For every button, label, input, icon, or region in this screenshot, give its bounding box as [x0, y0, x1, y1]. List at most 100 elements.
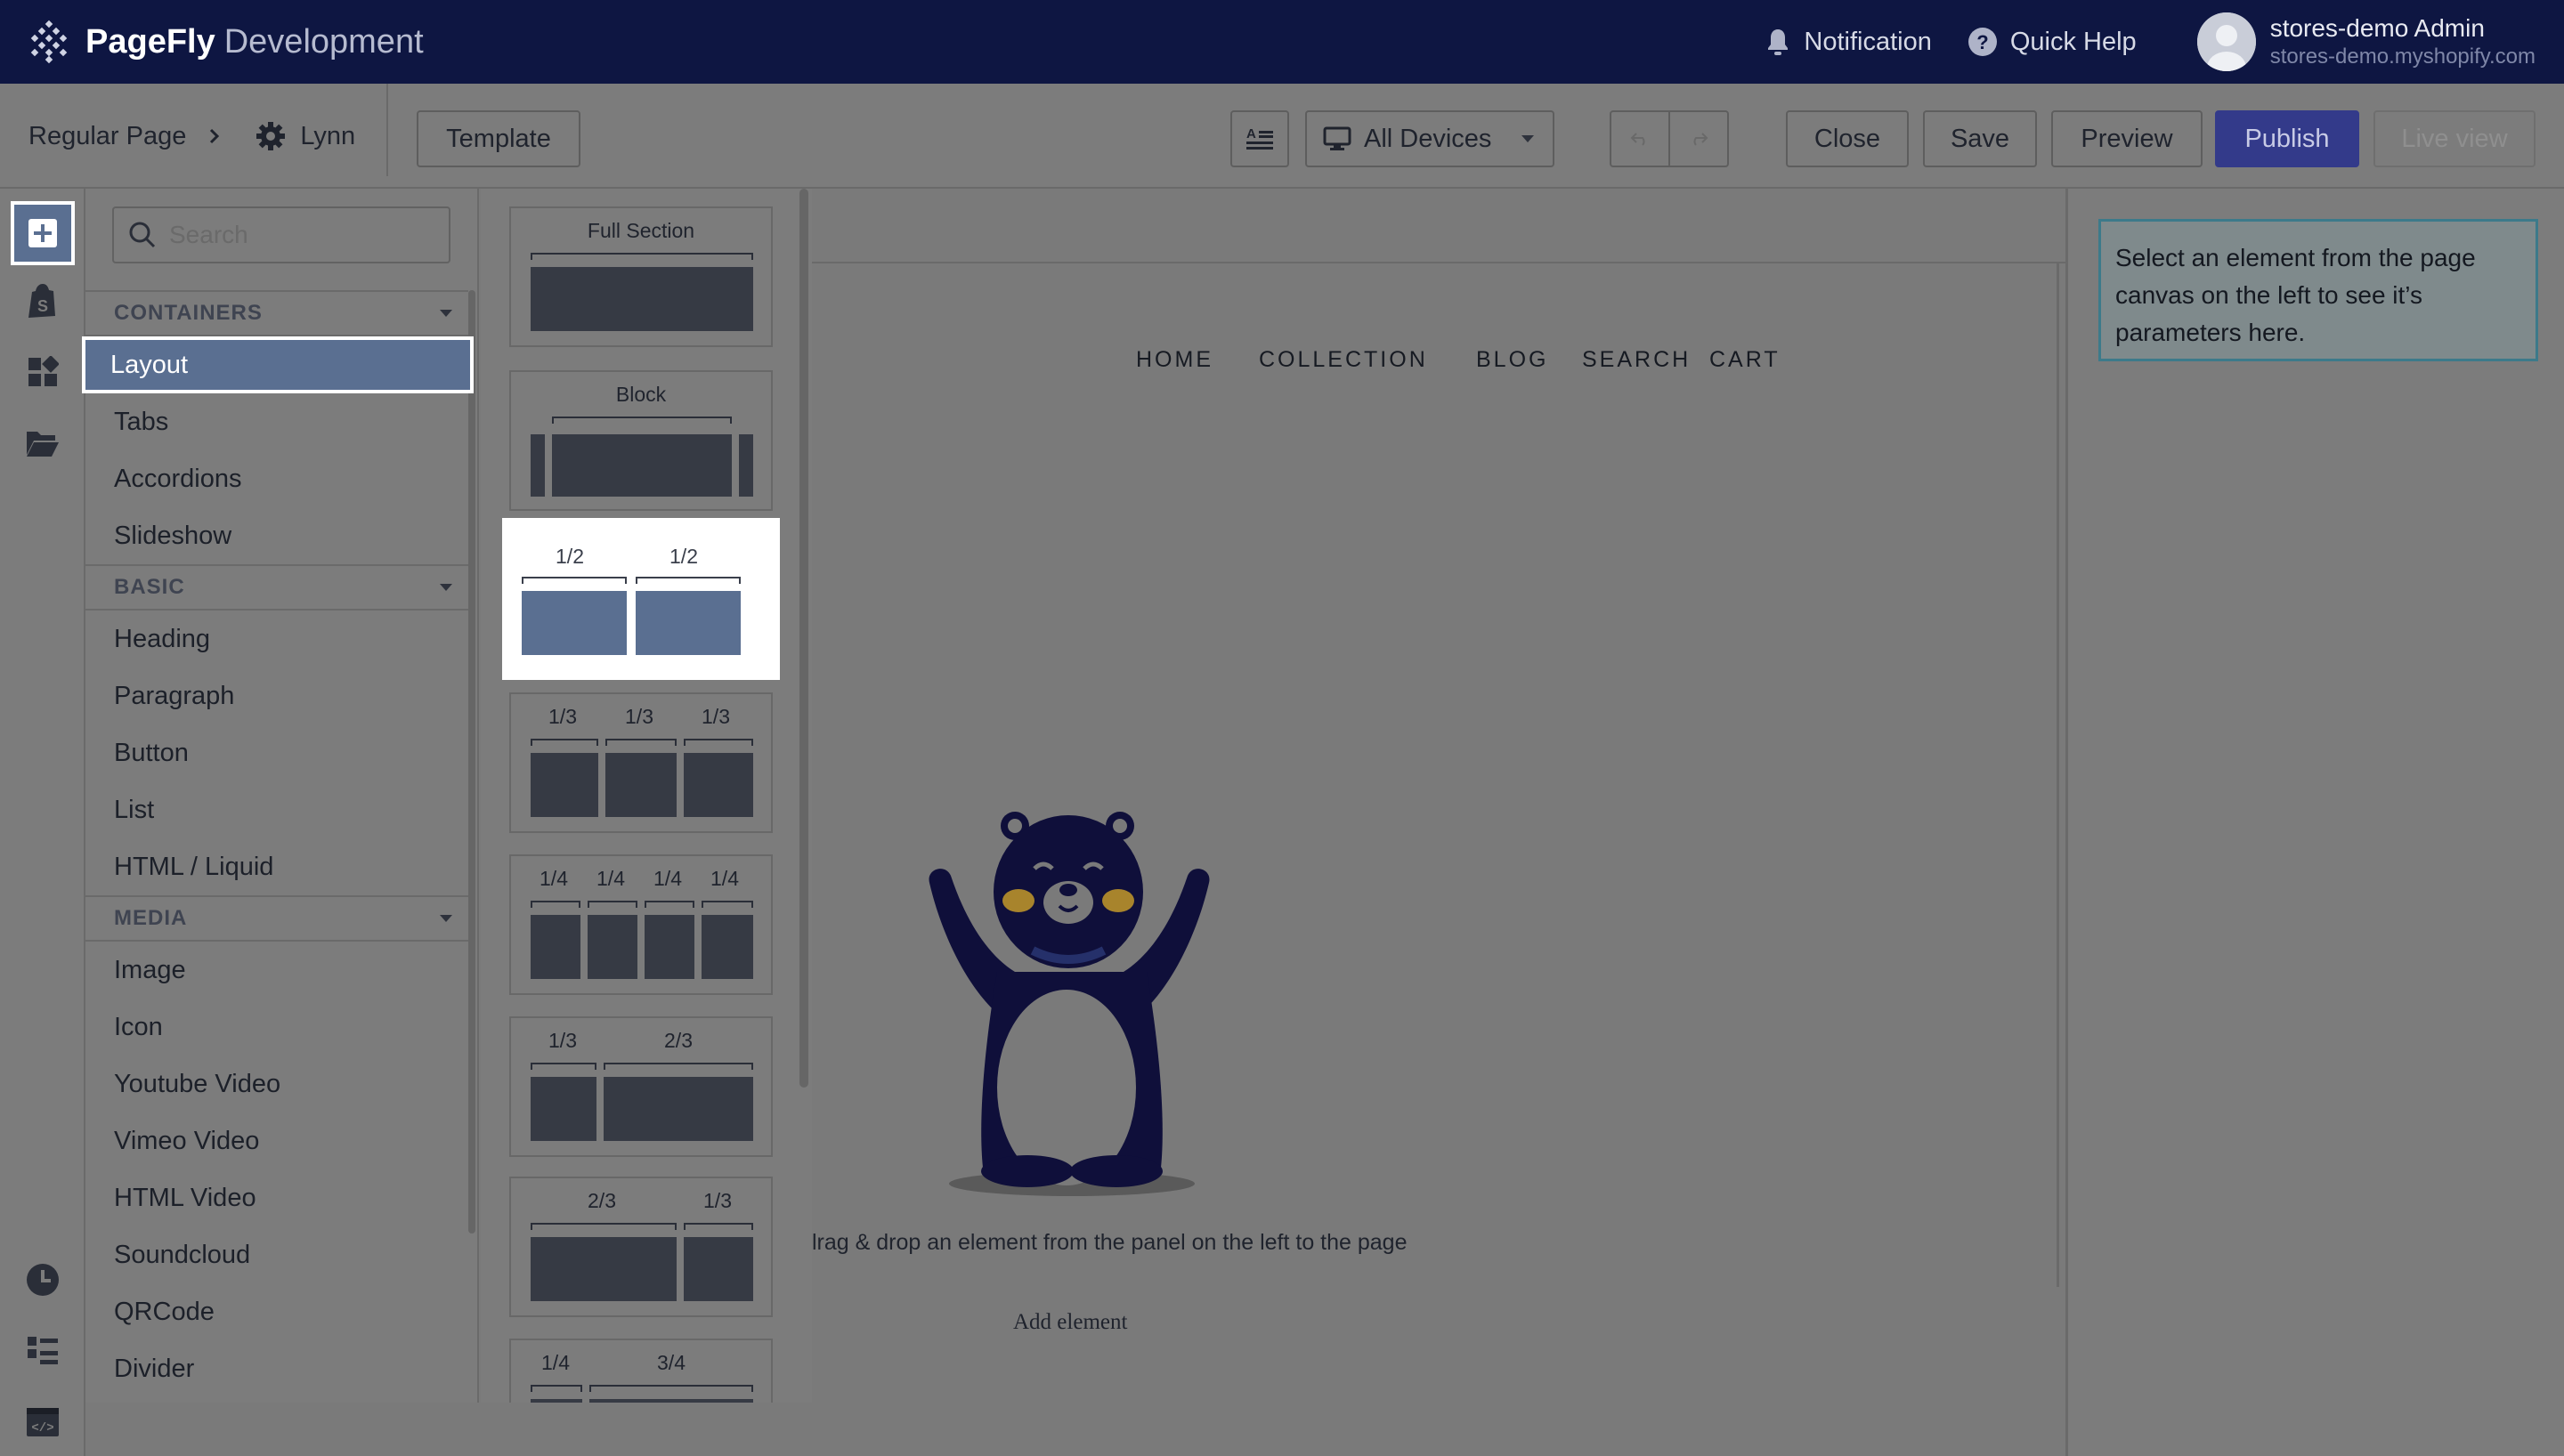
quick-help-link[interactable]: ? Quick Help — [1968, 27, 2137, 57]
layout-label: 2/3 — [664, 1029, 693, 1052]
code-window-icon: </> — [27, 1408, 59, 1436]
layout-block — [684, 753, 753, 817]
layout-card-block[interactable]: Block — [509, 370, 773, 511]
toolbar-divider — [386, 84, 388, 176]
layout-card-one-quarter-three-quarters[interactable]: 1/4 3/4 — [509, 1339, 773, 1403]
element-item-paragraph[interactable]: Paragraph — [85, 667, 468, 724]
user-avatar-icon — [2196, 12, 2256, 71]
layout-label: Full Section — [587, 219, 695, 242]
breadcrumb-page-type[interactable]: Regular Page — [28, 122, 186, 151]
element-item-button[interactable]: Button — [85, 724, 468, 781]
template-button[interactable]: Template — [417, 110, 580, 167]
clock-icon — [27, 1264, 59, 1296]
layout-block — [552, 434, 732, 497]
text-align-icon: A — [1246, 126, 1273, 150]
add-element-rail-button[interactable] — [11, 201, 75, 265]
group-header-containers[interactable]: CONTAINERS — [85, 290, 468, 336]
add-element-link[interactable]: Add element — [1013, 1310, 1127, 1335]
svg-text:S: S — [37, 297, 48, 315]
store-nav-collection[interactable]: COLLECTION — [1259, 347, 1428, 373]
layout-block — [531, 753, 598, 817]
layout-block — [588, 915, 637, 979]
layout-card-four-quarters[interactable]: 1/4 1/4 1/4 1/4 — [509, 854, 773, 995]
outline-rail-button[interactable] — [14, 1323, 71, 1379]
element-item-youtube-video[interactable]: Youtube Video — [85, 1056, 468, 1112]
left-icon-rail: S </> — [0, 189, 85, 1456]
element-item-layout[interactable]: Layout — [82, 336, 474, 393]
store-nav-search[interactable]: SEARCH — [1582, 347, 1691, 373]
editor-toolbar: Regular Page Lynn Template A All Devices… — [0, 84, 2564, 189]
history-rail-button[interactable] — [14, 1251, 71, 1308]
undo-icon — [1630, 133, 1645, 146]
pagefly-logo-icon — [30, 20, 68, 64]
publish-button[interactable]: Publish — [2215, 110, 2359, 167]
element-item-heading[interactable]: Heading — [85, 611, 468, 667]
search-input[interactable] — [169, 221, 436, 249]
gear-icon[interactable] — [256, 121, 286, 151]
help-icon: ? — [1968, 28, 1997, 56]
breadcrumb-page-name[interactable]: Lynn — [300, 122, 355, 151]
layout-panel-scrollbar[interactable] — [799, 189, 808, 1088]
layout-label: 1/4 — [653, 867, 682, 890]
text-layout-button[interactable]: A — [1230, 110, 1289, 167]
element-item-accordions[interactable]: Accordions — [85, 450, 468, 507]
element-item-tabs[interactable]: Tabs — [85, 393, 468, 450]
element-item-soundcloud[interactable]: Soundcloud — [85, 1226, 468, 1283]
layout-card-one-third-two-thirds[interactable]: 1/3 2/3 — [509, 1016, 773, 1157]
layout-bracket — [605, 739, 677, 746]
element-item-html-liquid[interactable]: HTML / Liquid — [85, 838, 468, 895]
shopify-rail-button[interactable]: S — [14, 272, 71, 329]
layout-bracket — [522, 577, 627, 584]
brand[interactable]: PageFly Development — [27, 20, 424, 64]
layout-block — [531, 915, 580, 979]
element-item-icon[interactable]: Icon — [85, 999, 468, 1056]
chevron-down-icon — [440, 310, 452, 317]
element-item-divider[interactable]: Divider — [85, 1340, 468, 1397]
device-select[interactable]: All Devices — [1305, 110, 1554, 167]
account-name: stores-demo Admin — [2269, 14, 2485, 42]
layout-block — [531, 267, 753, 331]
code-rail-button[interactable]: </> — [14, 1394, 71, 1451]
group-header-basic[interactable]: BASIC — [85, 564, 468, 611]
group-header-media[interactable]: MEDIA — [85, 895, 468, 942]
layout-bracket — [531, 1223, 677, 1230]
layout-bracket — [645, 901, 694, 908]
notification-link[interactable]: Notification — [1765, 28, 1932, 57]
live-view-button[interactable]: Live view — [2373, 110, 2536, 167]
layout-bracket — [636, 577, 741, 584]
store-nav-cart[interactable]: CART — [1709, 347, 1781, 373]
store-nav-blog[interactable]: BLOG — [1476, 347, 1548, 373]
redo-button[interactable] — [1668, 110, 1729, 167]
layout-bracket — [552, 417, 732, 424]
element-item-qrcode[interactable]: QRCode — [85, 1283, 468, 1340]
page-canvas[interactable]: HOME COLLECTION BLOG SEARCH CART lrag & … — [812, 189, 2065, 1456]
layout-card-two-halves[interactable]: 1/2 1/2 — [502, 518, 780, 680]
sections-rail-button[interactable] — [14, 344, 71, 400]
account-menu[interactable]: stores-demo Admin stores-demo.myshopify.… — [2196, 12, 2536, 71]
layout-bracket — [684, 739, 753, 746]
element-item-image[interactable]: Image — [85, 942, 468, 999]
element-item-vimeo-video[interactable]: Vimeo Video — [85, 1112, 468, 1169]
store-nav-home[interactable]: HOME — [1136, 347, 1213, 373]
save-button[interactable]: Save — [1923, 110, 2037, 167]
preview-button[interactable]: Preview — [2051, 110, 2203, 167]
pages-rail-button[interactable] — [14, 415, 71, 472]
element-item-slideshow[interactable]: Slideshow — [85, 507, 468, 564]
layout-label: 1/4 — [540, 867, 568, 890]
empty-canvas-message: lrag & drop an element from the panel on… — [812, 1230, 1408, 1255]
layout-card-two-thirds-one-third[interactable]: 2/3 1/3 — [509, 1177, 773, 1317]
element-list-scrollbar[interactable] — [468, 290, 475, 1234]
layout-label: 1/3 — [703, 1189, 732, 1212]
layout-card-full-section[interactable]: Full Section — [509, 206, 773, 347]
element-item-list[interactable]: List — [85, 781, 468, 838]
element-search[interactable] — [112, 206, 450, 263]
layout-block — [645, 915, 694, 979]
layout-card-three-thirds[interactable]: 1/3 1/3 1/3 — [509, 692, 773, 833]
undo-button[interactable] — [1610, 110, 1670, 167]
close-button[interactable]: Close — [1786, 110, 1909, 167]
svg-text:</>: </> — [31, 1421, 53, 1436]
element-item-html-video[interactable]: HTML Video — [85, 1169, 468, 1226]
layout-block — [605, 753, 677, 817]
layout-bracket — [531, 253, 753, 260]
layout-bracket — [531, 739, 598, 746]
